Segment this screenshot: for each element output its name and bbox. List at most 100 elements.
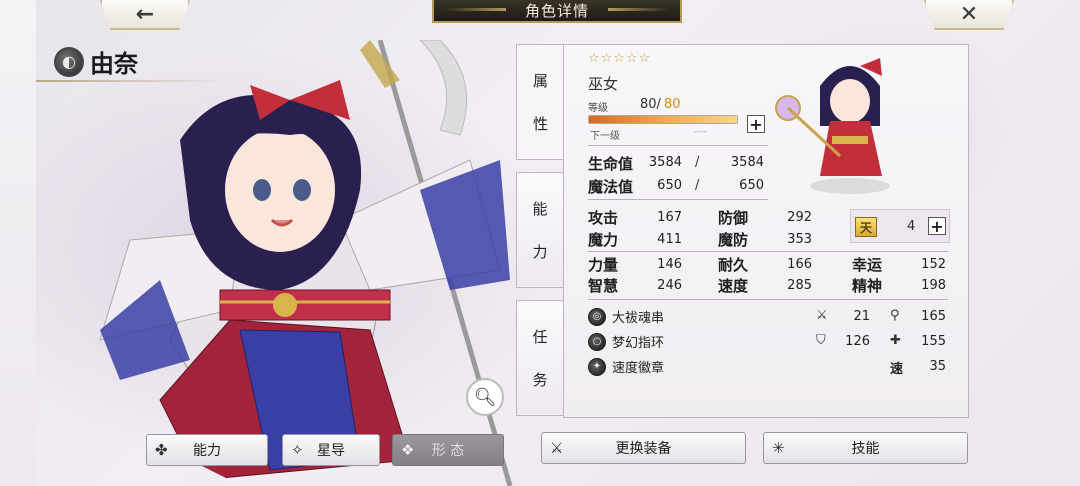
level-progress-fill — [589, 116, 737, 123]
int-label: 智慧 — [588, 277, 619, 295]
starguide-button-label: 星导 — [317, 443, 345, 459]
sword-icon: ⚔ — [816, 308, 828, 323]
zoom-button[interactable]: 🔍︎ — [466, 378, 504, 416]
atk-label: 攻击 — [588, 209, 619, 227]
mp-max: 650 — [739, 178, 764, 193]
tab-ability-char1: 能 — [532, 200, 548, 218]
equipment-name: 速度徽章 — [612, 361, 665, 376]
equipment-stat1: 21 — [853, 309, 870, 324]
tab-task-char1: 任 — [532, 328, 548, 346]
atk-value: 167 — [657, 210, 682, 225]
close-icon: ✕ — [959, 1, 979, 27]
equipment-stat2: 165 — [921, 309, 946, 324]
equipment-row[interactable]: ✦ 速度徽章 — [588, 357, 664, 376]
equipment-name: 梦幻指环 — [612, 336, 665, 351]
starguide-button[interactable]: ✧ 星导 — [282, 434, 380, 466]
level-label: 等级 — [588, 103, 608, 114]
luck-value: 152 — [921, 257, 946, 272]
next-level-label: 下一级 — [590, 131, 620, 142]
form-button-label: 形 态 — [431, 443, 465, 459]
tab-ability-char2: 力 — [532, 243, 548, 261]
sparkle-icon: ✳ — [772, 439, 785, 457]
luck-label: 幸运 — [852, 256, 883, 274]
tab-task[interactable]: 任 务 — [516, 300, 564, 416]
character-illustration — [99, 40, 513, 486]
change-equipment-button[interactable]: ⚔ 更换装备 — [541, 432, 746, 464]
spi-label: 精神 — [852, 277, 883, 295]
mag-label: 魔力 — [588, 231, 619, 249]
def-label: 防御 — [718, 209, 749, 227]
equipment-stat2: 35 — [929, 359, 946, 374]
tab-attributes[interactable]: 属 性 — [516, 44, 564, 160]
form-button[interactable]: ❖ 形 态 — [392, 434, 504, 466]
spi-value: 198 — [921, 278, 946, 293]
skill-button[interactable]: ✳ 技能 — [763, 432, 968, 464]
left-margin — [0, 0, 36, 486]
hp-current: 3584 — [648, 155, 682, 170]
talisman-icon: ◎ — [588, 307, 606, 326]
mp-label: 魔法值 — [588, 178, 634, 196]
int-value: 246 — [657, 278, 682, 293]
hp-slash: / — [695, 155, 700, 170]
level-max: 80 — [664, 97, 681, 112]
character-chibi-portrait — [775, 58, 890, 194]
next-level-value: ---- — [694, 127, 707, 137]
ring-icon: ○ — [588, 332, 606, 351]
mp-slash: / — [695, 178, 700, 193]
equipment-row[interactable]: ◎ 大祓魂串 — [588, 307, 664, 326]
equipment-name: 大祓魂串 — [612, 311, 665, 326]
shield-icon: ⛉ — [816, 333, 826, 348]
element-icon: ◐ — [54, 46, 84, 77]
badge-icon: ✦ — [588, 357, 606, 376]
equipment-stat2: 155 — [921, 334, 946, 349]
tab-attributes-char2: 性 — [532, 115, 548, 133]
mp-current: 650 — [657, 178, 682, 193]
divider — [588, 299, 948, 300]
rank-value: 4 — [907, 219, 916, 234]
page-title: 角色详情 — [432, 0, 682, 23]
spd-label: 速度 — [718, 277, 749, 295]
str-value: 146 — [657, 257, 682, 272]
character-name-block: ◐ 由奈 — [54, 44, 138, 79]
speed-stat-label: 速 — [890, 362, 904, 377]
equipment-row[interactable]: ○ 梦幻指环 — [588, 332, 664, 351]
star-guide-icon: ✧ — [291, 441, 304, 459]
tab-task-char2: 务 — [532, 371, 548, 389]
ability-button[interactable]: ✤ 能力 — [146, 434, 268, 466]
tab-ability[interactable]: 能 力 — [516, 172, 564, 288]
divider — [588, 251, 948, 252]
plus-icon: + — [749, 114, 763, 134]
skill-button-label: 技能 — [851, 441, 880, 457]
hp-label: 生命值 — [588, 155, 634, 173]
close-button[interactable]: ✕ — [924, 0, 1014, 30]
divider — [588, 145, 768, 146]
rank-icon: 天 — [855, 217, 877, 237]
form-icon: ❖ — [401, 441, 415, 459]
rank-up-button[interactable]: + — [928, 217, 946, 236]
end-label: 耐久 — [718, 256, 749, 274]
hp-max: 3584 — [730, 155, 764, 170]
divider — [588, 199, 768, 200]
job-class: 巫女 — [588, 75, 619, 93]
clover-icon: ✤ — [155, 441, 168, 459]
level-current: 80/ — [640, 97, 661, 112]
mdef-value: 353 — [787, 232, 812, 247]
cross-shield-icon: ✚ — [890, 333, 901, 348]
end-value: 166 — [787, 257, 812, 272]
level-up-button[interactable]: + — [747, 114, 765, 134]
arrow-left-icon: ← — [135, 1, 155, 27]
star-rating: ☆☆☆☆☆ — [588, 51, 652, 66]
mag-value: 411 — [657, 232, 682, 247]
change-equipment-label: 更换装备 — [615, 441, 672, 457]
ability-button-label: 能力 — [193, 443, 221, 459]
mdef-label: 魔防 — [718, 231, 749, 249]
search-icon: 🔍︎ — [473, 386, 497, 408]
def-value: 292 — [787, 210, 812, 225]
tab-attributes-char1: 属 — [532, 72, 548, 90]
back-button[interactable]: ← — [100, 0, 190, 30]
wand-icon: ⚲ — [890, 308, 900, 323]
character-name: 由奈 — [90, 50, 138, 78]
sword-icon: ⚔ — [550, 439, 564, 457]
level-progress-bar — [588, 115, 738, 124]
name-divider — [36, 80, 226, 82]
